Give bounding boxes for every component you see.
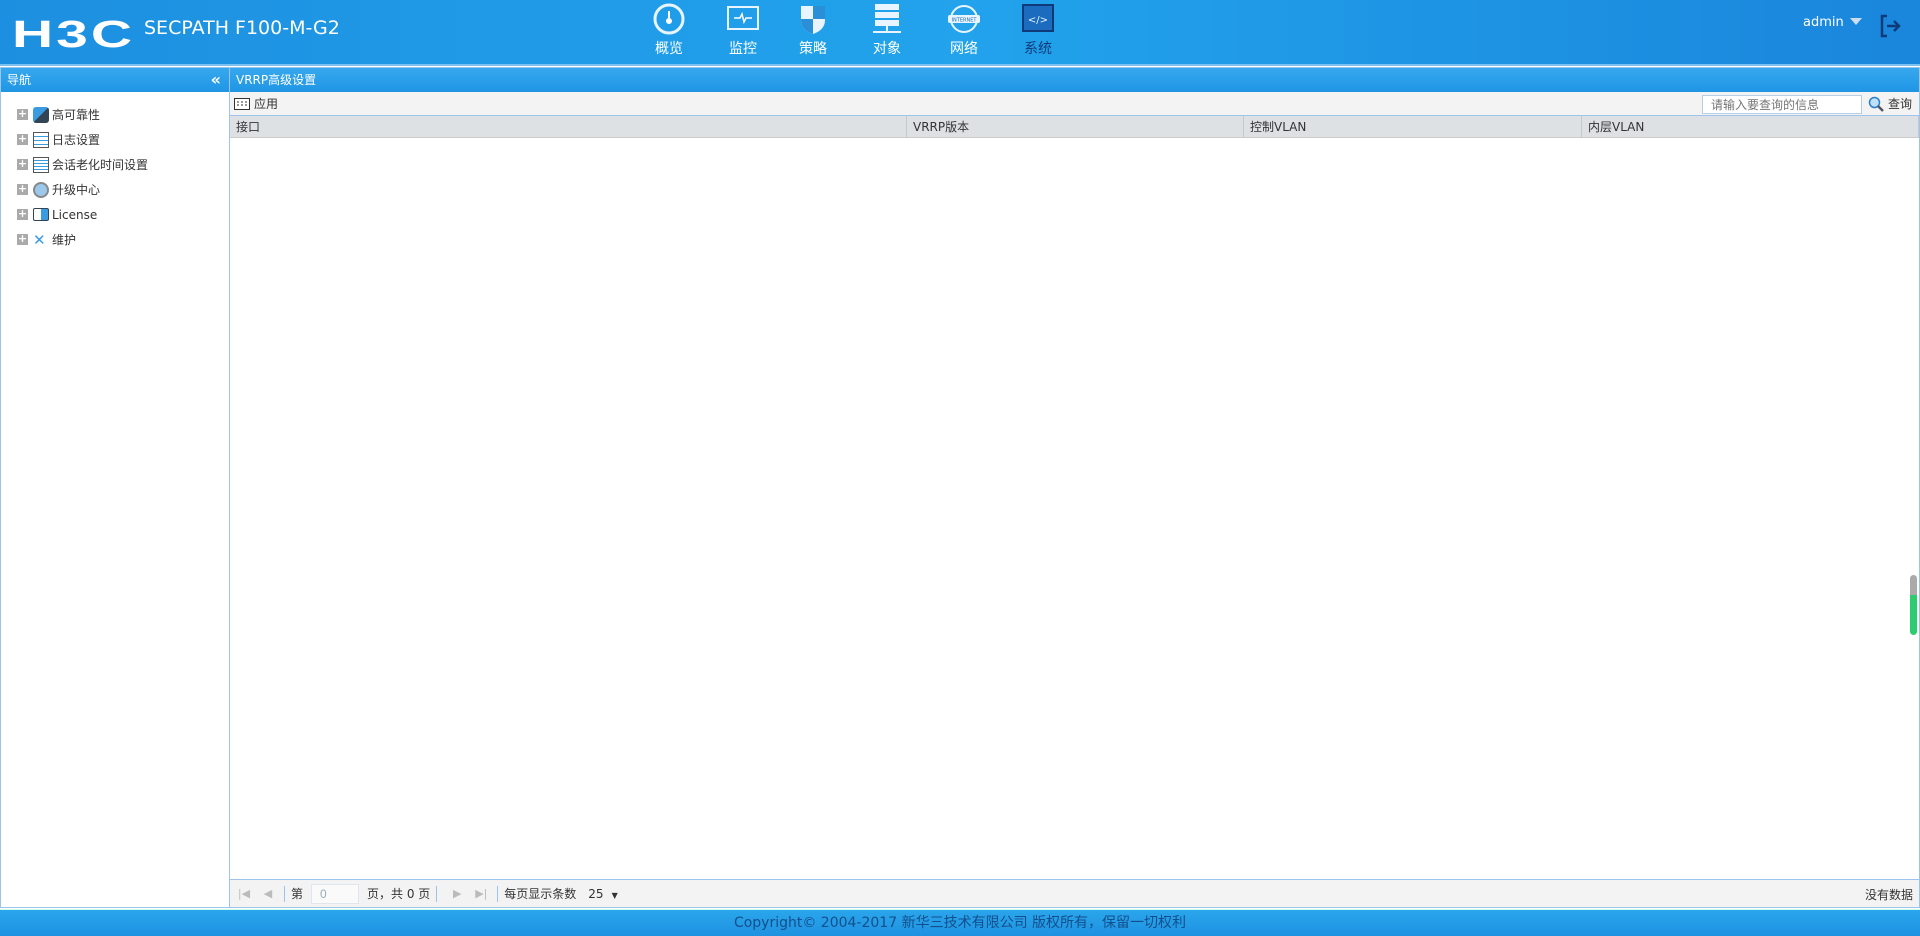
list-doc-icon — [33, 156, 49, 173]
tree-item-license[interactable]: + License — [1, 202, 229, 227]
divider — [497, 885, 499, 902]
last-page-icon[interactable]: ▶| — [471, 884, 491, 904]
hand-check-icon — [33, 106, 49, 123]
query-button[interactable]: 查询 — [1868, 95, 1912, 112]
expand-icon[interactable]: + — [17, 108, 28, 120]
username: admin — [1803, 15, 1844, 30]
page-title: VRRP高级设置 — [230, 68, 1919, 92]
pagination-bar: |◀ ◀ 第 页，共 0 页 ▶ ▶| 每页显示条数 25 ▼ 没有数据 — [230, 879, 1919, 907]
h3c-logo: H3C — [12, 14, 136, 56]
tree-label: 高可靠性 — [52, 108, 101, 122]
nav-label: 概览 — [655, 41, 683, 57]
expand-icon[interactable]: + — [17, 233, 28, 245]
shield-icon — [801, 6, 825, 34]
panel-title: 导航 « — [1, 68, 229, 92]
globe-icon — [33, 181, 49, 198]
dropdown-caret-icon: ▼ — [611, 890, 618, 900]
tree-item-upgrade-center[interactable]: + 升级中心 — [1, 177, 229, 202]
top-header: H3C SECPATH F100-M-G2 概览 监控 策略 对象 INTERN… — [0, 0, 1920, 66]
no-data-status: 没有数据 — [1864, 888, 1913, 902]
expand-icon[interactable]: + — [17, 208, 28, 220]
log-doc-icon — [33, 131, 49, 148]
content-panel: VRRP高级设置 应用 查询 接口 VRRP版本 控制VLAN 内层VLAN |… — [230, 67, 1920, 908]
tree-item-high-availability[interactable]: + 高可靠性 — [1, 102, 229, 127]
expand-icon[interactable]: + — [17, 158, 28, 170]
navigation-panel: 导航 « + 高可靠性 + 日志设置 + 会话老化时间设置 + 升级中心 + License… — [0, 67, 230, 908]
collapse-icon[interactable]: « — [211, 68, 221, 92]
apply-button[interactable]: 应用 — [234, 95, 278, 112]
toolbar: 应用 查询 — [230, 92, 1919, 116]
prev-page-icon[interactable]: ◀ — [258, 884, 278, 904]
dashboard-icon — [653, 3, 685, 35]
nav-label: 监控 — [729, 41, 757, 57]
copyright-text: Copyright© 2004-2017 新华三技术有限公司 版权所有，保留一切… — [733, 915, 1187, 931]
logout-icon[interactable] — [1880, 14, 1902, 38]
column-header-inner-vlan[interactable]: 内层VLAN — [1582, 116, 1919, 138]
keyboard-icon — [234, 97, 250, 110]
nav-system[interactable]: </> 系统 — [1003, 2, 1073, 58]
per-page-value: 25 — [588, 886, 604, 901]
svg-text:INTERNET: INTERNET — [952, 18, 978, 24]
column-header-control-vlan[interactable]: 控制VLAN — [1244, 116, 1582, 138]
search-input[interactable] — [1702, 95, 1862, 114]
nav-label: 对象 — [873, 41, 901, 57]
code-window-icon: </> — [1022, 4, 1054, 32]
server-icon — [873, 4, 901, 33]
nav-title: 导航 — [7, 73, 32, 87]
chevron-down-icon — [1849, 18, 1862, 25]
nav-label: 网络 — [950, 41, 978, 57]
expand-icon[interactable]: + — [17, 133, 28, 145]
tree-label: 维护 — [52, 233, 77, 247]
tree-item-maintenance[interactable]: + ✕ 维护 — [1, 227, 229, 252]
magnifier-icon — [1868, 96, 1884, 112]
tree-item-log-settings[interactable]: + 日志设置 — [1, 127, 229, 152]
nav-policy[interactable]: 策略 — [778, 2, 848, 58]
tree-item-session-aging[interactable]: + 会话老化时间设置 — [1, 152, 229, 177]
tree-label: 日志设置 — [52, 133, 101, 147]
per-page-label: 每页显示条数 — [504, 887, 577, 901]
page-label: 第 — [291, 887, 304, 901]
nav-network[interactable]: INTERNET 网络 — [929, 2, 999, 58]
divider — [284, 885, 285, 902]
divider — [436, 885, 438, 902]
nav-overview[interactable]: 概览 — [634, 2, 704, 58]
user-menu[interactable]: admin — [1803, 15, 1862, 30]
next-page-icon[interactable]: ▶ — [447, 884, 467, 904]
page-total: 页，共 0 页 — [367, 887, 431, 901]
product-name: SECPATH F100-M-G2 — [144, 17, 340, 39]
tree-label: 升级中心 — [52, 183, 101, 197]
per-page-select[interactable]: 25 ▼ — [588, 887, 617, 901]
table-header: 接口 VRRP版本 控制VLAN 内层VLAN — [230, 116, 1919, 138]
nav-label: 策略 — [799, 41, 827, 57]
scroll-indicator[interactable] — [1910, 575, 1917, 635]
tree-label: 会话老化时间设置 — [52, 158, 149, 172]
query-label: 查询 — [1888, 97, 1913, 111]
monitor-icon — [727, 6, 759, 30]
tree-label: License — [52, 207, 98, 222]
column-header-vrrp-version[interactable]: VRRP版本 — [907, 116, 1244, 138]
footer: Copyright© 2004-2017 新华三技术有限公司 版权所有，保留一切… — [0, 909, 1920, 936]
apply-label: 应用 — [254, 97, 279, 111]
nav-object[interactable]: 对象 — [852, 2, 922, 58]
nav-label: 系统 — [1024, 41, 1052, 57]
internet-globe-icon: INTERNET — [948, 5, 980, 33]
column-header-interface[interactable]: 接口 — [230, 116, 907, 138]
license-card-icon — [33, 208, 49, 221]
expand-icon[interactable]: + — [17, 183, 28, 195]
first-page-icon[interactable]: |◀ — [234, 884, 254, 904]
nav-monitor[interactable]: 监控 — [708, 2, 778, 58]
tools-icon: ✕ — [33, 230, 46, 249]
svg-text:</>: </> — [1028, 15, 1048, 26]
page-number-input[interactable] — [311, 883, 360, 904]
